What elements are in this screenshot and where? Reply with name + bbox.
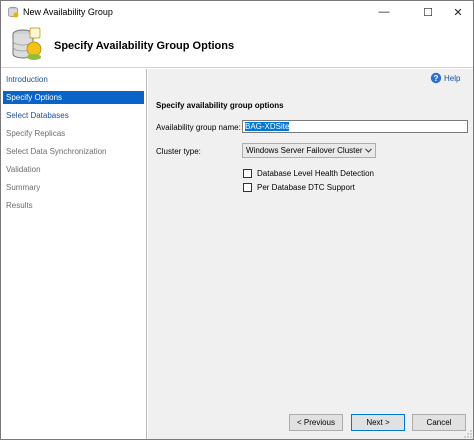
- nav-item-select-data-sync: Select Data Synchronization: [6, 147, 107, 156]
- group-name-value: BAG-XDSite: [245, 122, 290, 131]
- next-button[interactable]: Next >: [351, 414, 405, 431]
- dtc-support-option[interactable]: Per Database DTC Support: [243, 183, 355, 192]
- help-icon: ?: [430, 72, 442, 84]
- help-link[interactable]: ? Help: [430, 72, 460, 84]
- minimize-icon: —: [378, 6, 390, 18]
- section-title: Specify availability group options: [156, 101, 284, 110]
- wizard-header: Specify Availability Group Options: [1, 23, 473, 68]
- wizard-window: New Availability Group — ☐ ✕ Specify Ava…: [0, 0, 474, 440]
- wizard-footer: < Previous Next > Cancel: [148, 409, 473, 439]
- group-name-input[interactable]: BAG-XDSite: [242, 120, 468, 133]
- cluster-type-select[interactable]: Windows Server Failover Cluster: [242, 143, 376, 158]
- cancel-button[interactable]: Cancel: [412, 414, 466, 431]
- nav-item-specify-replicas: Specify Replicas: [6, 129, 66, 138]
- maximize-button[interactable]: ☐: [413, 1, 443, 23]
- nav-item-select-databases[interactable]: Select Databases: [3, 109, 144, 122]
- nav-item-specify-options[interactable]: Specify Options: [3, 91, 144, 104]
- help-label: Help: [444, 73, 461, 83]
- wizard-nav: Introduction Specify Options Select Data…: [1, 69, 147, 439]
- dtc-support-label: Per Database DTC Support: [257, 183, 355, 192]
- maximize-icon: ☐: [423, 6, 433, 19]
- page-title: Specify Availability Group Options: [54, 40, 235, 52]
- svg-text:?: ?: [434, 74, 439, 83]
- health-detection-option[interactable]: Database Level Health Detection: [243, 169, 374, 178]
- chevron-down-icon: [365, 148, 372, 153]
- cluster-type-value: Windows Server Failover Cluster: [246, 146, 363, 155]
- health-detection-checkbox[interactable]: [243, 169, 252, 178]
- cluster-type-label: Cluster type:: [156, 147, 201, 156]
- nav-item-introduction[interactable]: Introduction: [3, 73, 144, 86]
- options-panel: ? Help Specify availability group option…: [148, 69, 473, 409]
- nav-item-results: Results: [6, 201, 33, 210]
- close-button[interactable]: ✕: [443, 1, 473, 23]
- dtc-support-checkbox[interactable]: [243, 183, 252, 192]
- window-title: New Availability Group: [23, 7, 113, 17]
- group-name-label: Availability group name:: [156, 123, 241, 132]
- previous-button[interactable]: < Previous: [289, 414, 343, 431]
- database-wizard-icon: [12, 27, 42, 60]
- close-icon: ✕: [453, 6, 463, 19]
- minimize-button[interactable]: —: [369, 1, 399, 23]
- app-icon: [8, 6, 19, 18]
- nav-item-validation: Validation: [6, 165, 41, 174]
- health-detection-label: Database Level Health Detection: [257, 169, 374, 178]
- resize-grip-icon[interactable]: [464, 430, 472, 438]
- nav-item-summary: Summary: [6, 183, 41, 192]
- title-bar[interactable]: New Availability Group — ☐ ✕: [1, 1, 473, 23]
